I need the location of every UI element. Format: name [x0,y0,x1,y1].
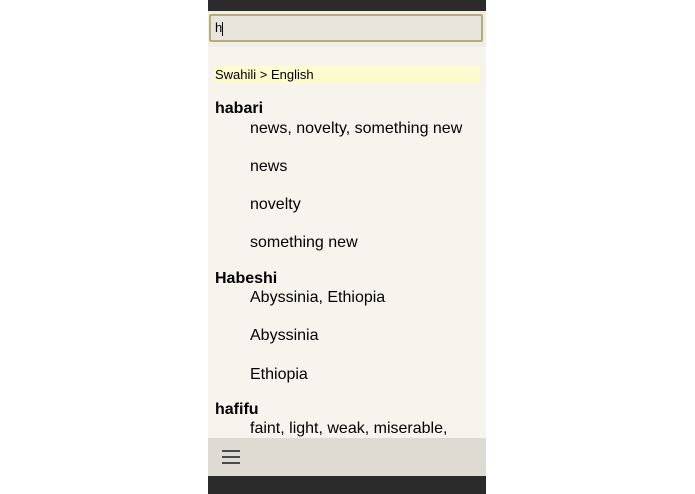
entry-headword[interactable]: hafifu [215,400,259,420]
entry-headword[interactable]: Habeshi [215,269,277,289]
entry-headword[interactable]: habari [215,99,263,119]
entry-definition[interactable]: Abyssinia [250,326,318,346]
language-direction-header: Swahili > English [214,66,480,84]
search-input[interactable]: h [209,14,483,42]
entry-definition[interactable]: novelty [250,195,301,215]
entry-definition[interactable]: Ethiopia [250,365,308,385]
hamburger-menu-icon[interactable] [222,449,240,465]
entry-definition[interactable]: news [250,157,287,177]
bottom-toolbar [208,438,486,476]
entry-definition[interactable]: Abyssinia, Ethiopia [250,288,385,308]
entry-definition[interactable]: faint, light, weak, miserable, [250,419,447,438]
system-navigation-bar [208,476,486,494]
search-input-value: h [215,20,223,35]
search-area: h [208,11,486,47]
app-screen: h Swahili > English habari news, novelty… [208,0,486,494]
results-list[interactable]: Swahili > English habari news, novelty, … [208,47,486,438]
entry-definition[interactable]: something new [250,233,358,253]
status-bar [208,0,486,11]
entry-definition[interactable]: news, novelty, something new [250,119,462,139]
text-cursor [222,21,224,36]
